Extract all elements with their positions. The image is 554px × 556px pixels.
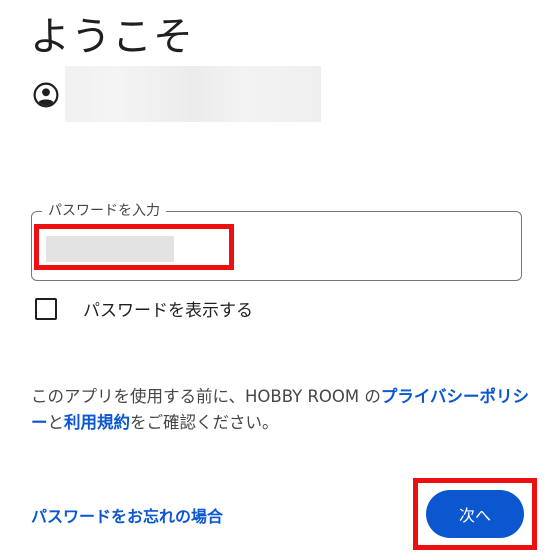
account-circle-icon bbox=[33, 82, 59, 108]
terms-text-after: をご確認ください。 bbox=[130, 413, 279, 432]
terms-text-middle: と bbox=[47, 413, 65, 432]
terms-notice: このアプリを使用する前に、HOBBY ROOM のプライバシーポリシーと利用規約… bbox=[31, 384, 531, 436]
show-password-checkbox[interactable] bbox=[35, 298, 57, 320]
next-button-highlight: 次へ bbox=[413, 478, 537, 550]
redaction-highlight-box bbox=[34, 224, 234, 270]
next-button[interactable]: 次へ bbox=[426, 490, 524, 538]
terms-text-before: このアプリを使用する前に、HOBBY ROOM の bbox=[31, 387, 381, 406]
terms-of-service-link[interactable]: 利用規約 bbox=[64, 413, 130, 432]
password-field-label: パスワードを入力 bbox=[42, 200, 166, 220]
page-title: ようこそ bbox=[30, 14, 194, 60]
show-password-label: パスワードを表示する bbox=[83, 301, 253, 321]
forgot-password-link[interactable]: パスワードをお忘れの場合 bbox=[31, 503, 223, 527]
account-email-redacted bbox=[65, 66, 321, 122]
password-value-redacted bbox=[46, 236, 174, 262]
